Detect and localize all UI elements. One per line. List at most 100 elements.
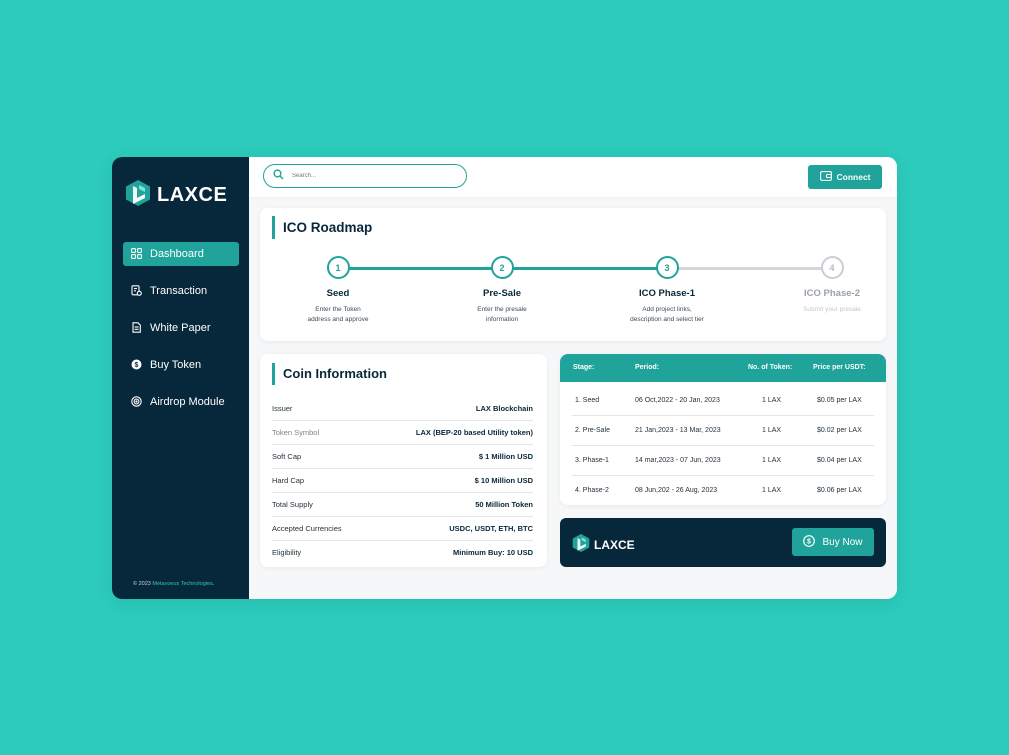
table-cell: 08 Jun,202 - 26 Aug, 2023 — [635, 487, 718, 494]
search-input[interactable] — [290, 172, 444, 180]
coin-info-label: Hard Cap — [272, 476, 305, 485]
brand-logo[interactable]: LAXCE — [125, 179, 227, 212]
step-desc-line: Enter the presale — [477, 306, 527, 313]
sidebar-item-transaction[interactable]: Transaction — [123, 279, 239, 303]
grid-icon — [131, 248, 143, 260]
column-header-period: Period: — [635, 364, 660, 371]
sidebar-item-label: Airdrop Module — [150, 396, 225, 408]
table-row: 3. Phase-1 14 mar,2023 - 07 Jun, 2023 1 … — [572, 446, 874, 476]
sidebar-nav: Dashboard Transaction White Paper $ Buy … — [123, 242, 239, 427]
step-desc-line: Submit your presale — [803, 306, 861, 313]
table-row: 4. Phase-2 08 Jun,202 - 26 Aug, 2023 1 L… — [572, 476, 874, 505]
coin-info-value: $ 1 Million USD — [478, 452, 533, 461]
table-header: Stage: Period: No. of Token: Price per U… — [560, 354, 886, 382]
document-icon — [131, 322, 143, 334]
buy-token-banner: LAXCE $ Buy Now — [560, 518, 886, 567]
coin-info-row: Total Supply 50 Million Token — [272, 493, 533, 517]
step-description: Add project links, description and selec… — [587, 305, 747, 325]
app-window: LAXCE Dashboard Transaction White Paper … — [112, 157, 897, 599]
laxce-logo-icon — [572, 533, 590, 556]
copyright-suffix: . — [212, 581, 215, 587]
coin-info-label: Token Symbol — [272, 428, 320, 437]
ico-stages-table: Stage: Period: No. of Token: Price per U… — [560, 354, 886, 505]
coin-info-list: Issuer LAX Blockchain Token Symbol LAX (… — [272, 397, 533, 564]
buy-now-label: Buy Now — [822, 536, 863, 548]
step-description: Enter the presale information — [422, 305, 582, 325]
coin-info-value: 50 Million Token — [475, 500, 533, 509]
company-link[interactable]: Metavoeux Technologies — [152, 581, 212, 587]
sidebar-item-dashboard[interactable]: Dashboard — [123, 242, 239, 266]
table-cell: $0.06 per LAX — [817, 487, 862, 494]
sidebar-item-label: Transaction — [150, 285, 208, 297]
coin-information-card: Coin Information Issuer LAX Blockchain T… — [260, 354, 547, 567]
roadmap-step: 2 Pre-Sale Enter the presale information — [422, 256, 582, 325]
coin-info-value: LAX Blockchain — [475, 404, 533, 413]
sidebar-item-airdrop-module[interactable]: Airdrop Module — [123, 390, 239, 414]
connect-label: Connect — [836, 172, 871, 182]
table-cell: 4. Phase-2 — [575, 487, 609, 494]
table-cell: 14 mar,2023 - 07 Jun, 2023 — [635, 457, 721, 464]
table-cell: 1 LAX — [762, 487, 782, 494]
table-cell: $0.04 per LAX — [817, 457, 862, 464]
step-desc-line: description and select tier — [630, 316, 704, 323]
sidebar-item-label: Dashboard — [150, 248, 204, 260]
table-cell: $0.05 per LAX — [817, 397, 862, 404]
roadmap-step: 4 ICO Phase-2 Submit your presale — [752, 256, 897, 315]
buy-now-button[interactable]: $ Buy Now — [792, 528, 874, 556]
coin-info-value: Minimum Buy: 10 USD — [452, 548, 533, 557]
search-box[interactable] — [263, 164, 467, 188]
top-bar: Connect — [249, 157, 897, 198]
table-body: 1. Seed 06 Oct,2022 - 20 Jan, 2023 1 LAX… — [560, 382, 886, 505]
table-row: 2. Pre-Sale 21 Jan,2023 - 13 Mar, 2023 1… — [572, 416, 874, 446]
coin-info-value: USDC, USDT, ETH, BTC — [449, 524, 533, 533]
step-number: 4 — [820, 256, 844, 279]
ico-roadmap-card: ICO Roadmap 1 Seed Enter the Token addre… — [260, 208, 886, 341]
table-cell: 06 Oct,2022 - 20 Jan, 2023 — [635, 397, 720, 404]
coin-info-row: Issuer LAX Blockchain — [272, 397, 533, 421]
coin-info-title: Coin Information — [272, 363, 387, 385]
sidebar-item-label: White Paper — [150, 322, 211, 334]
coin-info-label: Issuer — [272, 404, 293, 413]
column-header-stage: Stage: — [573, 364, 595, 371]
step-description: Submit your presale — [752, 305, 897, 315]
coin-info-label: Total Supply — [272, 500, 313, 509]
sidebar-item-white-paper[interactable]: White Paper — [123, 316, 239, 340]
connect-button[interactable]: Connect — [808, 165, 882, 189]
coin-icon: $ — [131, 359, 143, 371]
brand-name: LAXCE — [157, 184, 228, 206]
table-row: 1. Seed 06 Oct,2022 - 20 Jan, 2023 1 LAX… — [572, 386, 874, 416]
coin-info-row: Token Symbol LAX (BEP-20 based Utility t… — [272, 421, 533, 445]
coin-info-row: Accepted Currencies USDC, USDT, ETH, BTC — [272, 517, 533, 541]
step-desc-line: address and approve — [307, 316, 369, 323]
step-number: 1 — [326, 256, 350, 279]
roadmap-title: ICO Roadmap — [272, 216, 372, 239]
coin-info-row: Hard Cap $ 10 Million USD — [272, 469, 533, 493]
table-cell: $0.02 per LAX — [817, 427, 862, 434]
coin-info-value: LAX (BEP-20 based Utility token) — [415, 428, 533, 437]
step-name: ICO Phase-1 — [639, 288, 695, 299]
column-header-tokens: No. of Token: — [748, 364, 793, 371]
svg-text:$: $ — [135, 362, 139, 369]
step-number: 3 — [655, 256, 679, 279]
sidebar-item-buy-token[interactable]: $ Buy Token — [123, 353, 239, 377]
coin-info-label: Soft Cap — [272, 452, 302, 461]
coin-info-value: $ 10 Million USD — [474, 476, 533, 485]
step-desc-line: Add project links, — [642, 306, 692, 313]
step-name: Seed — [326, 288, 350, 299]
coin-icon: $ — [803, 534, 816, 550]
banner-brand-name: LAXCE — [594, 537, 635, 552]
copyright-prefix: © 2023 — [133, 581, 153, 587]
table-cell: 2. Pre-Sale — [575, 427, 611, 434]
wallet-icon — [819, 171, 832, 183]
search-icon — [273, 167, 284, 185]
table-cell: 1 LAX — [762, 457, 782, 464]
step-description: Enter the Token address and approve — [258, 305, 418, 325]
sidebar: LAXCE Dashboard Transaction White Paper … — [112, 157, 249, 599]
coin-info-label: Accepted Currencies — [272, 524, 342, 533]
transaction-icon — [131, 285, 143, 297]
step-number: 2 — [490, 256, 514, 279]
roadmap-step: 1 Seed Enter the Token address and appro… — [258, 256, 418, 325]
svg-text:$: $ — [808, 538, 812, 545]
step-name: Pre-Sale — [482, 288, 522, 299]
table-cell: 1 LAX — [762, 397, 782, 404]
